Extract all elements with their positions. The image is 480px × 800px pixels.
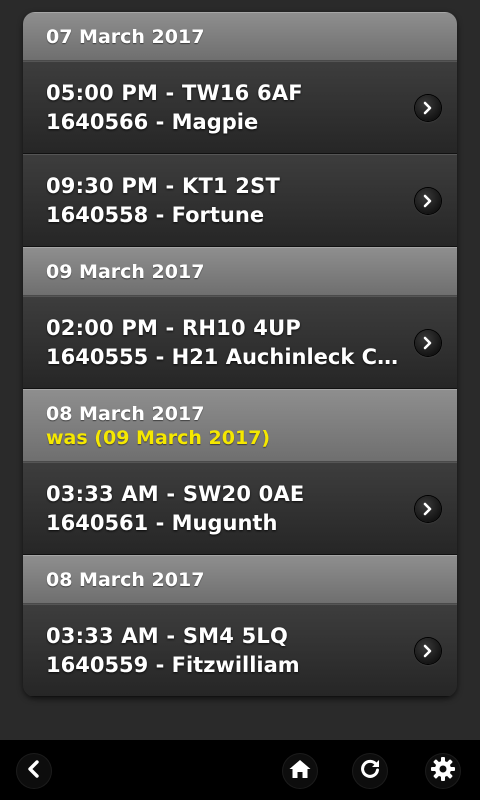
item-time-postcode: 09:30 PM - KT1 2ST — [46, 173, 280, 198]
date-divider: 08 March 2017 was (09 March 2017) — [23, 389, 457, 462]
item-job-name: 1640555 - H21 Auchinleck Court — [46, 344, 401, 369]
divider-was-label: was (09 March 2017) — [46, 426, 271, 449]
bottom-toolbar — [0, 740, 480, 800]
list-item[interactable]: 05:00 PM - TW16 6AF 1640566 - Magpie — [23, 61, 457, 154]
chevron-right-icon[interactable] — [415, 329, 441, 356]
job-list: 07 March 2017 05:00 PM - TW16 6AF 164056… — [23, 12, 457, 697]
home-icon — [288, 758, 312, 784]
chevron-right-icon[interactable] — [415, 637, 441, 664]
date-divider: 09 March 2017 — [23, 247, 457, 296]
chevron-right-icon[interactable] — [415, 187, 441, 214]
chevron-right-icon[interactable] — [415, 94, 441, 121]
list-item[interactable]: 09:30 PM - KT1 2ST 1640558 - Fortune — [23, 154, 457, 247]
back-button[interactable] — [17, 754, 51, 788]
item-time-postcode: 03:33 AM - SW20 0AE — [46, 481, 305, 506]
list-item[interactable]: 02:00 PM - RH10 4UP 1640555 - H21 Auchin… — [23, 296, 457, 389]
item-time-postcode: 05:00 PM - TW16 6AF — [46, 80, 303, 105]
item-job-name: 1640558 - Fortune — [46, 202, 265, 227]
item-time-postcode: 02:00 PM - RH10 4UP — [46, 315, 301, 340]
list-item[interactable]: 03:33 AM - SM4 5LQ 1640559 - Fitzwilliam — [23, 604, 457, 697]
back-arrow-icon — [25, 759, 43, 783]
item-time-postcode: 03:33 AM - SM4 5LQ — [46, 623, 289, 648]
date-divider: 07 March 2017 — [23, 12, 457, 61]
divider-date-label: 08 March 2017 — [46, 568, 205, 591]
date-divider: 08 March 2017 — [23, 555, 457, 604]
item-job-name: 1640566 - Magpie — [46, 109, 259, 134]
refresh-button[interactable] — [353, 754, 387, 788]
item-job-name: 1640559 - Fitzwilliam — [46, 652, 300, 677]
gear-icon — [430, 756, 456, 786]
divider-date-label: 08 March 2017 — [46, 402, 205, 425]
item-job-name: 1640561 - Mugunth — [46, 510, 278, 535]
refresh-icon — [358, 757, 382, 785]
home-button[interactable] — [283, 754, 317, 788]
chevron-right-icon[interactable] — [415, 495, 441, 522]
divider-date-label: 09 March 2017 — [46, 260, 205, 283]
divider-date-label: 07 March 2017 — [46, 25, 205, 48]
list-item[interactable]: 03:33 AM - SW20 0AE 1640561 - Mugunth — [23, 462, 457, 555]
settings-button[interactable] — [426, 754, 460, 788]
